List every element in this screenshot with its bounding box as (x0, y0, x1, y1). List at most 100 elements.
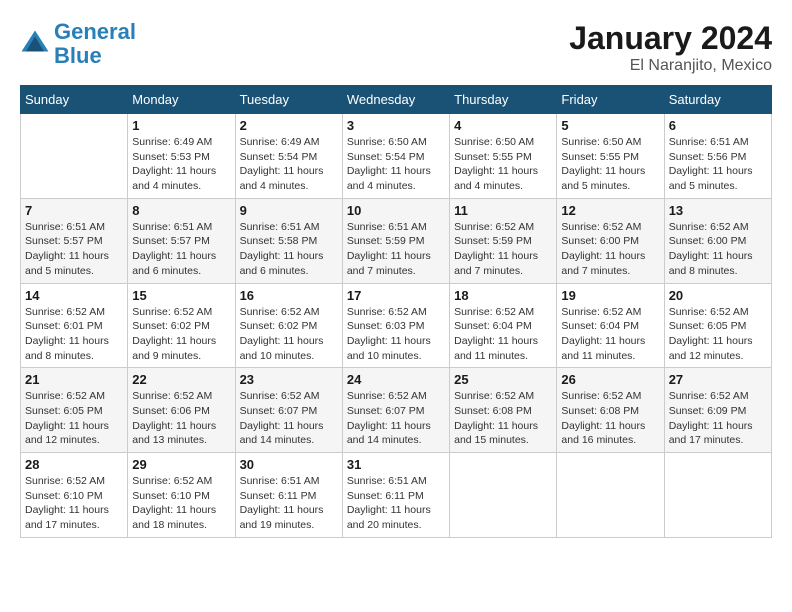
day-number: 29 (132, 457, 230, 472)
day-info: Sunrise: 6:51 AM Sunset: 5:59 PM Dayligh… (347, 220, 445, 279)
day-number: 14 (25, 288, 123, 303)
day-info: Sunrise: 6:51 AM Sunset: 5:58 PM Dayligh… (240, 220, 338, 279)
day-number: 18 (454, 288, 552, 303)
calendar-cell: 26 Sunrise: 6:52 AM Sunset: 6:08 PM Dayli… (557, 368, 664, 453)
calendar-cell (21, 114, 128, 199)
calendar-cell: 14Sunrise: 6:52 AM Sunset: 6:01 PM Dayli… (21, 283, 128, 368)
title-block: January 2024 El Naranjito, Mexico (569, 20, 772, 75)
day-number: 26 (561, 372, 659, 387)
day-number: 19 (561, 288, 659, 303)
day-info: Sunrise: 6:52 AM Sunset: 6:00 PM Dayligh… (561, 220, 659, 279)
calendar-cell (450, 453, 557, 538)
day-info: Sunrise: 6:52 AM Sunset: 6:02 PM Dayligh… (240, 305, 338, 364)
day-info: Sunrise: 6:52 AM Sunset: 6:03 PM Dayligh… (347, 305, 445, 364)
page-header: General Blue January 2024 El Naranjito, … (20, 20, 772, 75)
day-info: Sunrise: 6:52 AM Sunset: 6:07 PM Dayligh… (240, 389, 338, 448)
calendar-cell: 13Sunrise: 6:52 AM Sunset: 6:00 PM Dayli… (664, 198, 771, 283)
calendar-cell: 27 Sunrise: 6:52 AM Sunset: 6:09 PM Dayli… (664, 368, 771, 453)
day-number: 30 (240, 457, 338, 472)
day-number: 5 (561, 118, 659, 133)
day-number: 20 (669, 288, 767, 303)
weekday-header: Sunday (21, 86, 128, 114)
calendar-cell (664, 453, 771, 538)
logo-text: General Blue (54, 20, 136, 68)
calendar-cell: 4 Sunrise: 6:50 AM Sunset: 5:55 PM Daylig… (450, 114, 557, 199)
calendar-cell: 22 Sunrise: 6:52 AM Sunset: 6:06 PM Dayli… (128, 368, 235, 453)
day-number: 6 (669, 118, 767, 133)
day-number: 8 (132, 203, 230, 218)
day-info: Sunrise: 6:51 AM Sunset: 5:56 PM Dayligh… (669, 135, 767, 194)
day-number: 31 (347, 457, 445, 472)
day-info: Sunrise: 6:52 AM Sunset: 6:05 PM Dayligh… (25, 389, 123, 448)
calendar-cell: 15Sunrise: 6:52 AM Sunset: 6:02 PM Dayli… (128, 283, 235, 368)
day-info: Sunrise: 6:52 AM Sunset: 6:08 PM Dayligh… (561, 389, 659, 448)
calendar-week-row: 7Sunrise: 6:51 AM Sunset: 5:57 PM Daylig… (21, 198, 772, 283)
calendar-cell (557, 453, 664, 538)
day-number: 12 (561, 203, 659, 218)
calendar-cell: 6 Sunrise: 6:51 AM Sunset: 5:56 PM Daylig… (664, 114, 771, 199)
calendar-cell: 10 Sunrise: 6:51 AM Sunset: 5:59 PM Dayli… (342, 198, 449, 283)
day-number: 1 (132, 118, 230, 133)
day-info: Sunrise: 6:51 AM Sunset: 5:57 PM Dayligh… (132, 220, 230, 279)
day-info: Sunrise: 6:52 AM Sunset: 6:07 PM Dayligh… (347, 389, 445, 448)
day-number: 24 (347, 372, 445, 387)
day-info: Sunrise: 6:52 AM Sunset: 5:59 PM Dayligh… (454, 220, 552, 279)
day-number: 3 (347, 118, 445, 133)
day-number: 16 (240, 288, 338, 303)
calendar-cell: 18Sunrise: 6:52 AM Sunset: 6:04 PM Dayli… (450, 283, 557, 368)
calendar-cell: 17 Sunrise: 6:52 AM Sunset: 6:03 PM Dayli… (342, 283, 449, 368)
day-info: Sunrise: 6:52 AM Sunset: 6:10 PM Dayligh… (25, 474, 123, 533)
day-number: 9 (240, 203, 338, 218)
day-info: Sunrise: 6:52 AM Sunset: 6:04 PM Dayligh… (561, 305, 659, 364)
calendar-table: SundayMondayTuesdayWednesdayThursdayFrid… (20, 85, 772, 538)
day-info: Sunrise: 6:52 AM Sunset: 6:02 PM Dayligh… (132, 305, 230, 364)
day-info: Sunrise: 6:51 AM Sunset: 5:57 PM Dayligh… (25, 220, 123, 279)
day-number: 11 (454, 203, 552, 218)
calendar-cell: 25 Sunrise: 6:52 AM Sunset: 6:08 PM Dayli… (450, 368, 557, 453)
logo: General Blue (20, 20, 136, 68)
day-number: 4 (454, 118, 552, 133)
calendar-cell: 8 Sunrise: 6:51 AM Sunset: 5:57 PM Daylig… (128, 198, 235, 283)
day-number: 28 (25, 457, 123, 472)
day-info: Sunrise: 6:50 AM Sunset: 5:55 PM Dayligh… (454, 135, 552, 194)
calendar-cell: 2 Sunrise: 6:49 AM Sunset: 5:54 PM Daylig… (235, 114, 342, 199)
calendar-week-row: 1 Sunrise: 6:49 AM Sunset: 5:53 PM Daylig… (21, 114, 772, 199)
day-number: 17 (347, 288, 445, 303)
weekday-row: SundayMondayTuesdayWednesdayThursdayFrid… (21, 86, 772, 114)
day-number: 13 (669, 203, 767, 218)
day-info: Sunrise: 6:52 AM Sunset: 6:08 PM Dayligh… (454, 389, 552, 448)
day-info: Sunrise: 6:49 AM Sunset: 5:54 PM Dayligh… (240, 135, 338, 194)
day-number: 21 (25, 372, 123, 387)
calendar-cell: 16 Sunrise: 6:52 AM Sunset: 6:02 PM Dayli… (235, 283, 342, 368)
day-info: Sunrise: 6:52 AM Sunset: 6:10 PM Dayligh… (132, 474, 230, 533)
day-number: 22 (132, 372, 230, 387)
weekday-header: Saturday (664, 86, 771, 114)
calendar-cell: 11 Sunrise: 6:52 AM Sunset: 5:59 PM Dayli… (450, 198, 557, 283)
day-info: Sunrise: 6:52 AM Sunset: 6:06 PM Dayligh… (132, 389, 230, 448)
day-number: 2 (240, 118, 338, 133)
day-info: Sunrise: 6:52 AM Sunset: 6:09 PM Dayligh… (669, 389, 767, 448)
calendar-cell: 9 Sunrise: 6:51 AM Sunset: 5:58 PM Daylig… (235, 198, 342, 283)
day-info: Sunrise: 6:51 AM Sunset: 6:11 PM Dayligh… (240, 474, 338, 533)
day-info: Sunrise: 6:52 AM Sunset: 6:05 PM Dayligh… (669, 305, 767, 364)
day-info: Sunrise: 6:50 AM Sunset: 5:55 PM Dayligh… (561, 135, 659, 194)
day-info: Sunrise: 6:51 AM Sunset: 6:11 PM Dayligh… (347, 474, 445, 533)
calendar-cell: 24 Sunrise: 6:52 AM Sunset: 6:07 PM Dayli… (342, 368, 449, 453)
calendar-week-row: 14Sunrise: 6:52 AM Sunset: 6:01 PM Dayli… (21, 283, 772, 368)
day-number: 25 (454, 372, 552, 387)
calendar-week-row: 21 Sunrise: 6:52 AM Sunset: 6:05 PM Dayli… (21, 368, 772, 453)
location: El Naranjito, Mexico (569, 57, 772, 75)
weekday-header: Wednesday (342, 86, 449, 114)
calendar-body: 1 Sunrise: 6:49 AM Sunset: 5:53 PM Daylig… (21, 114, 772, 538)
day-info: Sunrise: 6:49 AM Sunset: 5:53 PM Dayligh… (132, 135, 230, 194)
calendar-cell: 28 Sunrise: 6:52 AM Sunset: 6:10 PM Dayli… (21, 453, 128, 538)
day-number: 27 (669, 372, 767, 387)
day-number: 10 (347, 203, 445, 218)
calendar-cell: 3Sunrise: 6:50 AM Sunset: 5:54 PM Daylig… (342, 114, 449, 199)
calendar-cell: 30 Sunrise: 6:51 AM Sunset: 6:11 PM Dayli… (235, 453, 342, 538)
logo-icon (20, 29, 50, 59)
weekday-header: Thursday (450, 86, 557, 114)
calendar-cell: 12 Sunrise: 6:52 AM Sunset: 6:00 PM Dayli… (557, 198, 664, 283)
calendar-week-row: 28 Sunrise: 6:52 AM Sunset: 6:10 PM Dayli… (21, 453, 772, 538)
calendar-cell: 1 Sunrise: 6:49 AM Sunset: 5:53 PM Daylig… (128, 114, 235, 199)
